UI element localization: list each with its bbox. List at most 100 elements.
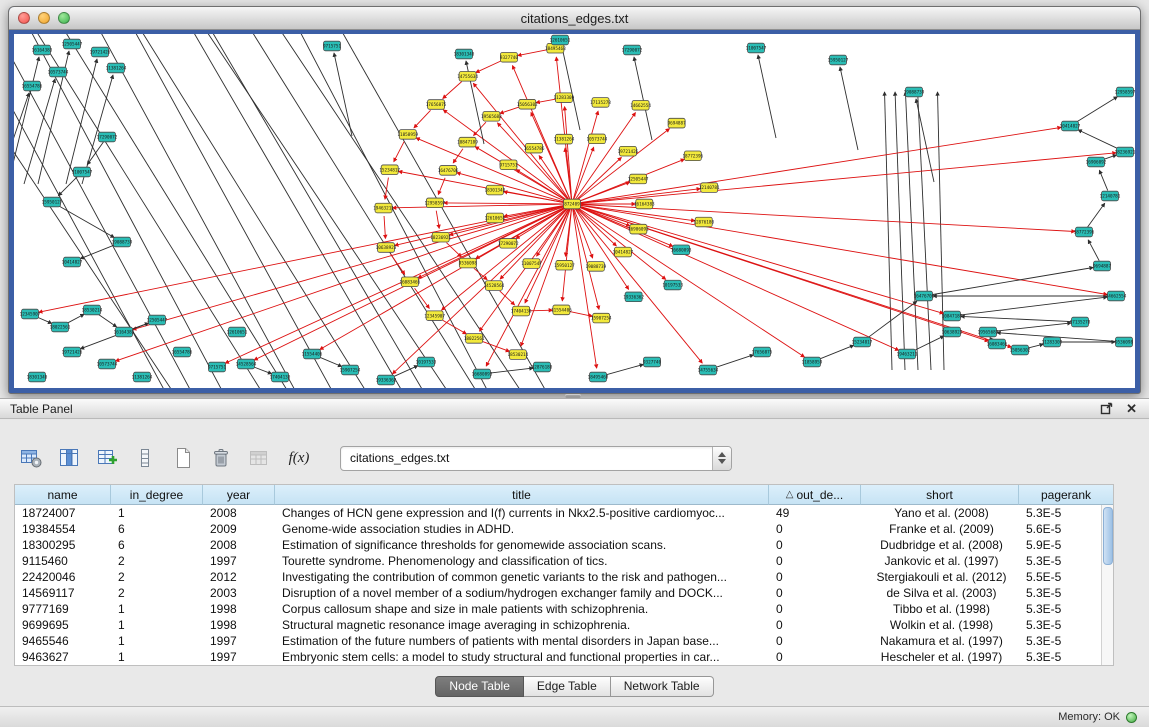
graph-node[interactable]: 11007547 <box>72 167 93 177</box>
graph-edge[interactable] <box>457 173 568 203</box>
scrollbar-thumb[interactable] <box>1103 507 1113 565</box>
column-header-name[interactable]: name <box>15 485 111 505</box>
graph-node[interactable]: 17404130 <box>270 372 291 382</box>
graph-node[interactable]: 19336362 <box>623 292 644 302</box>
graph-node[interactable]: 11554406 <box>551 305 572 315</box>
table-row[interactable]: 1872400712008Changes of HCN gene express… <box>15 505 1113 521</box>
graph-node[interactable]: 19463211 <box>897 349 918 359</box>
graph-edge[interactable] <box>190 34 403 388</box>
graph-node[interactable]: 14662554 <box>630 100 651 110</box>
graph-edge[interactable] <box>133 205 569 329</box>
graph-node[interactable]: 10638923 <box>942 327 963 337</box>
graph-node[interactable]: 16164383 <box>114 327 135 337</box>
graph-node[interactable]: 12345907 <box>424 311 445 321</box>
tab-edge-table[interactable]: Edge Table <box>524 676 611 697</box>
graph-node[interactable]: 16554786 <box>172 347 193 357</box>
import-table-icon[interactable] <box>244 444 274 472</box>
table-row[interactable]: 911546021997Tourette syndrome. Phenomeno… <box>15 553 1113 569</box>
column-header-pagerank[interactable]: pagerank <box>1019 485 1113 505</box>
graph-edge[interactable] <box>885 92 892 370</box>
graph-node[interactable]: 17135278 <box>590 98 611 108</box>
graph-edge[interactable] <box>867 301 917 338</box>
graph-node[interactable]: 10414827 <box>62 257 83 267</box>
graph-node[interactable]: 15056302 <box>1010 345 1031 355</box>
graph-node[interactable]: 17656875 <box>426 100 447 110</box>
graph-edge[interactable] <box>840 67 858 150</box>
graph-node[interactable]: 16554786 <box>524 143 545 153</box>
graph-node[interactable]: 19088739 <box>904 87 925 97</box>
graph-node[interactable]: 10197533 <box>662 280 683 290</box>
graph-node[interactable]: 872409 <box>564 199 581 209</box>
graph-node[interactable]: 15950127 <box>828 55 849 65</box>
graph-node[interactable]: 11007547 <box>746 43 767 53</box>
graph-edge[interactable] <box>414 110 431 128</box>
graph-edge[interactable] <box>576 127 1061 203</box>
graph-edge[interactable] <box>918 92 931 370</box>
graph-edge[interactable] <box>529 310 552 311</box>
graph-edge[interactable] <box>958 297 1107 315</box>
graph-edge[interactable] <box>62 34 288 388</box>
graph-edge[interactable] <box>488 368 533 373</box>
graph-edge[interactable] <box>393 204 568 208</box>
graph-node[interactable]: 16164383 <box>32 45 53 55</box>
network-view[interactable]: 872409 16164383 12505447 19721426 10573744 11… <box>14 34 1135 388</box>
graph-edge[interactable] <box>916 99 934 182</box>
graph-node[interactable]: 9536098 <box>1115 337 1134 347</box>
graph-node[interactable]: 19721426 <box>90 47 111 57</box>
table-row[interactable]: 1830029562008Estimation of significance … <box>15 537 1113 553</box>
trash-icon[interactable] <box>206 444 236 472</box>
graph-node[interactable]: 9694887 <box>668 118 687 128</box>
graph-node[interactable]: 18530214 <box>82 305 103 315</box>
close-panel-icon[interactable]: ✕ <box>1126 402 1137 415</box>
graph-node[interactable]: 11554406 <box>302 349 323 359</box>
table-settings-icon[interactable] <box>16 444 46 472</box>
table-selector-combo[interactable]: citations_edges.txt <box>340 446 732 471</box>
graph-node[interactable]: 9715751 <box>499 160 518 170</box>
close-window-button[interactable] <box>18 12 30 24</box>
graph-node[interactable]: 12876180 <box>693 217 714 227</box>
graph-node[interactable]: 15907254 <box>340 365 361 375</box>
graph-node[interactable]: 12505447 <box>628 174 649 184</box>
graph-edge[interactable] <box>444 203 568 204</box>
graph-edge[interactable] <box>518 50 548 56</box>
graph-node[interactable]: 12140781 <box>699 183 720 193</box>
memory-status-indicator[interactable] <box>1126 712 1137 723</box>
graph-node[interactable]: 18530214 <box>508 350 529 360</box>
graph-node[interactable]: 12876180 <box>532 362 553 372</box>
graph-edge[interactable] <box>573 208 597 368</box>
graph-node[interactable]: 12505447 <box>62 39 83 49</box>
graph-node[interactable]: 10197533 <box>416 357 437 367</box>
table-row[interactable]: 1938455462009Genome-wide association stu… <box>15 521 1113 537</box>
graph-edge[interactable] <box>318 356 342 366</box>
graph-node[interactable]: 18301340 <box>454 49 475 59</box>
graph-edge[interactable] <box>87 142 103 165</box>
graph-node[interactable]: 19565683 <box>978 327 999 337</box>
graph-node[interactable]: 17290072 <box>97 132 118 142</box>
graph-node[interactable]: 16906092 <box>1086 157 1107 167</box>
table-row[interactable]: 1456911722003Disruption of a novel membe… <box>15 585 1113 601</box>
graph-node[interactable]: 11858959 <box>397 130 418 140</box>
graph-edge[interactable] <box>714 355 754 368</box>
graph-node[interactable]: 10638923 <box>376 243 397 253</box>
graph-edge[interactable] <box>80 244 116 258</box>
graph-node[interactable]: 17404130 <box>511 306 532 316</box>
graph-edge[interactable] <box>758 55 776 138</box>
graph-node[interactable]: 14528564 <box>484 281 505 291</box>
graph-node[interactable]: 17135278 <box>1070 317 1091 327</box>
graph-edge[interactable] <box>1078 130 1119 150</box>
graph-edge[interactable] <box>57 205 114 238</box>
graph-node[interactable]: 10573744 <box>48 67 69 77</box>
graph-node[interactable]: 18772396 <box>1074 227 1095 237</box>
graph-edge[interactable] <box>393 207 570 374</box>
tab-network-table[interactable]: Network Table <box>611 676 714 697</box>
combo-stepper-icon[interactable] <box>712 447 731 470</box>
graph-node[interactable]: 11283309 <box>1042 337 1063 347</box>
graph-edge[interactable] <box>1088 203 1105 227</box>
graph-node[interactable]: 15907254 <box>591 313 612 323</box>
graph-node[interactable]: 19088739 <box>112 237 133 247</box>
graph-node[interactable]: 17656875 <box>752 347 773 357</box>
graph-node[interactable]: 9536098 <box>459 258 478 268</box>
graph-node[interactable]: 12505447 <box>147 315 168 325</box>
graph-node[interactable]: 16083466 <box>400 277 421 287</box>
zoom-window-button[interactable] <box>58 12 70 24</box>
